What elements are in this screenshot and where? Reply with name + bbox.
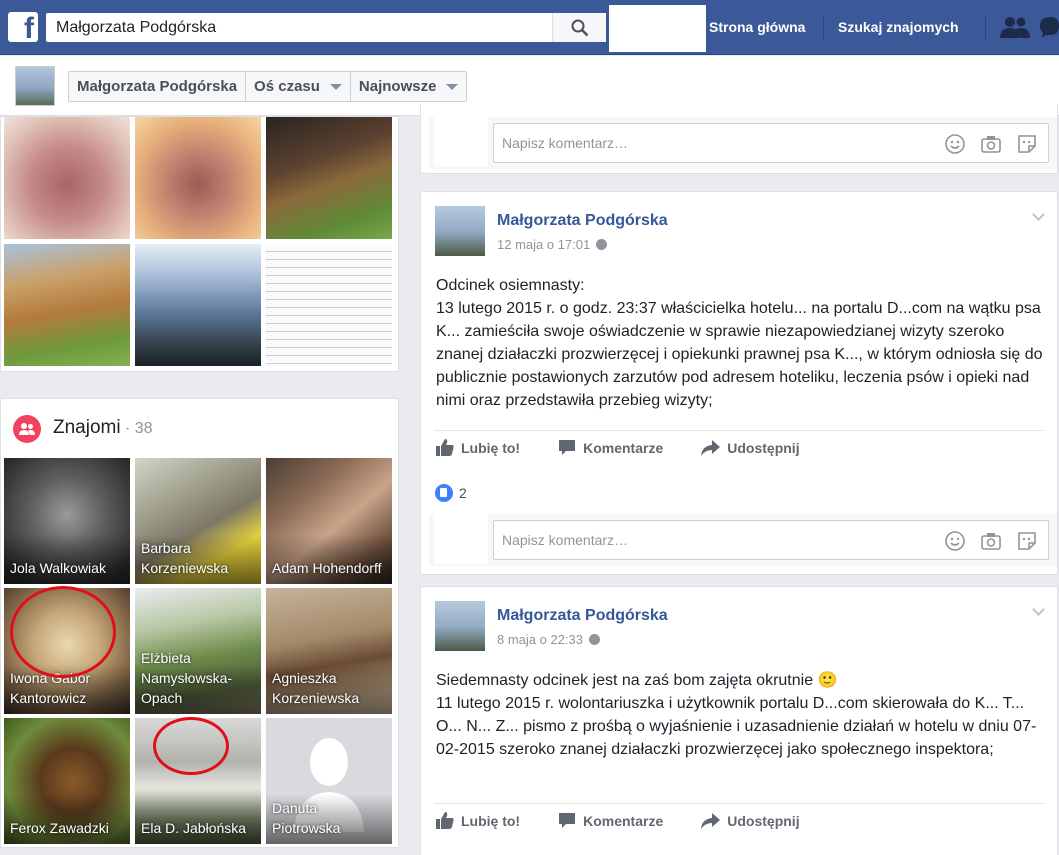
globe-icon (596, 239, 608, 250)
friends-heading[interactable]: Znajomi · 38 (53, 417, 153, 439)
friend-tile[interactable]: Elżbieta Namysłowska-Opach (135, 588, 261, 714)
emoji-icon[interactable] (944, 530, 966, 552)
friends-icon (13, 415, 41, 443)
share-icon (701, 439, 721, 456)
search-bar (46, 13, 606, 42)
comment-row: Napisz komentarz… (429, 109, 1057, 169)
sticker-icon[interactable] (1016, 530, 1038, 552)
like-reaction-icon (435, 484, 453, 502)
friends-count: 38 (134, 420, 153, 437)
photo-thumbnail[interactable] (4, 244, 130, 366)
photo-thumbnail[interactable] (4, 117, 130, 239)
friend-tile[interactable]: Barbara Korzeniewska (135, 458, 261, 584)
like-button[interactable]: Lubię to! (436, 439, 520, 456)
top-navigation-bar: f Strona główna Szukaj znajomych (0, 0, 1059, 55)
chevron-down-icon (329, 83, 342, 90)
post-card: Małgorzata Podgórska 8 maja o 22:33 Sied… (420, 586, 1058, 855)
likes-summary[interactable]: 2 (435, 484, 467, 502)
chevron-down-icon[interactable] (1032, 603, 1045, 616)
photo-thumbnail[interactable] (135, 117, 261, 239)
sticker-icon[interactable] (1016, 133, 1038, 155)
post-actions: Lubię to! Komentarze Udostępnij (434, 430, 1044, 464)
photo-thumbnail[interactable] (266, 117, 392, 239)
globe-icon (589, 634, 601, 645)
nav-divider (985, 15, 986, 41)
search-button[interactable] (552, 13, 606, 42)
camera-icon[interactable] (980, 530, 1002, 552)
nav-find-friends-link[interactable]: Szukaj znajomych (838, 19, 959, 35)
profile-avatar[interactable] (15, 66, 55, 106)
comment-icon (559, 813, 576, 828)
comment-tools (944, 133, 1038, 155)
annotation-red-circle (153, 717, 229, 775)
search-input[interactable] (46, 13, 552, 42)
comment-input[interactable]: Napisz komentarz… (493, 520, 1049, 560)
nav-home-link[interactable]: Strona główna (709, 19, 805, 35)
post-author-avatar[interactable] (435, 206, 485, 256)
post-author-name[interactable]: Małgorzata Podgórska (497, 212, 668, 230)
comment-row: Napisz komentarz… (429, 506, 1057, 566)
friend-requests-icon[interactable] (1000, 16, 1030, 38)
post-card: Małgorzata Podgórska 12 maja o 17:01 Odc… (420, 191, 1058, 575)
previous-post-comment-area: Napisz komentarz… (420, 105, 1058, 174)
friend-tile[interactable]: Jola Walkowiak (4, 458, 130, 584)
thumbs-up-icon (436, 439, 454, 456)
friend-tile[interactable]: Ferox Zawadzki (4, 718, 130, 844)
post-actions: Lubię to! Komentarze Udostępnij (434, 803, 1044, 837)
emoji-icon[interactable] (944, 133, 966, 155)
like-button[interactable]: Lubię to! (436, 812, 520, 829)
commenter-avatar (434, 109, 488, 167)
thumbs-up-icon (436, 812, 454, 829)
friend-tile-default-avatar[interactable]: Danuta Piotrowska (266, 718, 392, 844)
friend-tile[interactable]: Agnieszka Korzeniewska (266, 588, 392, 714)
post-text: Odcinek osiemnasty: 13 lutego 2015 r. o … (436, 277, 1043, 409)
timeline-breadcrumb: Małgorzata Podgórska Oś czasu Najnowsze (68, 71, 468, 102)
annotation-red-circle (10, 586, 116, 678)
post-author-avatar[interactable] (435, 601, 485, 651)
chevron-down-icon (446, 83, 459, 90)
share-button[interactable]: Udostępnij (701, 812, 800, 829)
share-button[interactable]: Udostępnij (701, 439, 800, 456)
share-icon (701, 812, 721, 829)
crumb-profile-name[interactable]: Małgorzata Podgórska (69, 72, 247, 101)
search-icon (571, 19, 589, 37)
crumb-recent[interactable]: Najnowsze (351, 72, 467, 101)
comment-button[interactable]: Komentarze (558, 439, 663, 456)
crumb-timeline[interactable]: Oś czasu (246, 72, 351, 101)
messages-icon[interactable] (1040, 16, 1059, 38)
post-timestamp[interactable]: 12 maja o 17:01 (497, 237, 608, 252)
comment-button[interactable]: Komentarze (558, 812, 663, 829)
comment-tools (944, 530, 1038, 552)
post-timestamp[interactable]: 8 maja o 22:33 (497, 632, 601, 647)
camera-icon[interactable] (980, 133, 1002, 155)
friend-tile[interactable]: Adam Hohendorff (266, 458, 392, 584)
photo-thumbnail[interactable] (135, 244, 261, 366)
comment-icon (559, 440, 576, 455)
post-text: Siedemnasty odcinek jest na zaś bom zaję… (436, 672, 1037, 758)
redacted-area (609, 5, 706, 52)
nav-divider (823, 15, 824, 41)
document-photo-thumbnail[interactable] (266, 244, 392, 366)
friends-card: Znajomi · 38 Jola Walkowiak Barbara Korz… (0, 398, 399, 848)
chevron-down-icon[interactable] (1032, 208, 1045, 221)
photos-card (0, 116, 399, 372)
post-author-name[interactable]: Małgorzata Podgórska (497, 607, 668, 625)
commenter-avatar (434, 506, 488, 564)
facebook-logo-icon[interactable]: f (8, 12, 38, 44)
comment-input[interactable]: Napisz komentarz… (493, 123, 1049, 163)
